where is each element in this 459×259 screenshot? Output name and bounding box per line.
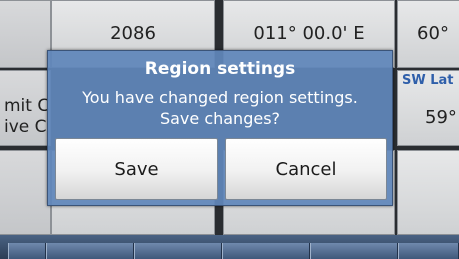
dialog-message: You have changed region settings. Save c… [48,87,392,129]
cell-latitude-top[interactable]: 60° [397,0,459,68]
toolbar-tab-2[interactable] [46,243,134,259]
toolbar-tab-5[interactable] [310,243,398,259]
latitude-top-text: 60° [417,22,449,44]
left-text-line2: ive C [4,117,47,137]
dialog-title: Region settings [144,59,296,79]
toolbar-tab-6[interactable] [398,243,459,259]
left-text: mit C ive C [4,96,49,138]
longitude-text: 011° 00.0' E [253,22,365,44]
cancel-button[interactable]: Cancel [225,138,387,200]
left-text-line1: mit C [4,96,50,116]
dialog-message-line1: You have changed region settings. [82,88,358,107]
cell-top-left [0,0,51,68]
save-button[interactable]: Save [55,138,218,200]
toolbar-tab-1[interactable] [8,243,46,259]
toolbar-tab-4[interactable] [222,243,310,259]
cell-bottom-far-right [397,150,459,235]
sw-lat-header: SW Lat [402,73,454,88]
cell-sw-lat[interactable]: SW Lat 59° [397,70,459,146]
region-settings-dialog: Region settings You have changed region … [47,50,393,206]
toolbar-tab-3[interactable] [134,243,222,259]
dialog-message-line2: Save changes? [159,109,281,128]
sw-lat-value: 59° [425,107,457,128]
cell-bottom-left [0,150,51,235]
cell-value-text: 2086 [110,22,156,44]
